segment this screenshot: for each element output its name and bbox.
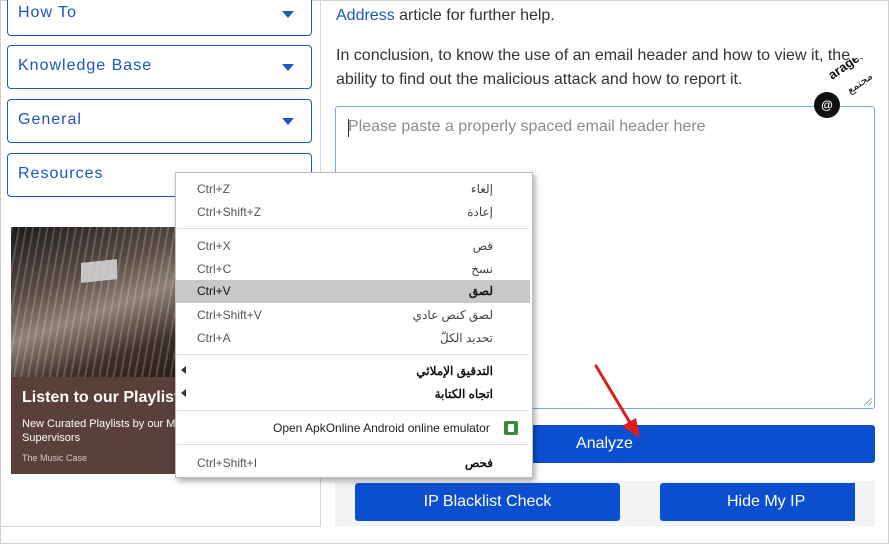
menu-separator [177,354,529,355]
menu-separator [177,410,529,411]
ad-subtext: New Curated Playlists by our Music Super… [22,418,181,444]
chevron-down-icon [282,64,294,71]
android-extension-icon [504,421,518,435]
submenu-arrow-icon [181,389,186,397]
shortcut: Ctrl+C [197,262,232,276]
menu-label: تحديد الكلّ [439,331,493,345]
input-placeholder: Please paste a properly spaced email hea… [348,118,706,135]
accordion-how-to[interactable]: How To [7,0,312,36]
hide-ip-button-clip: Hide My IP [660,483,855,521]
menu-item-writing-direction[interactable]: اتجاه الكتابة [176,383,530,406]
accordion-label: General [18,111,82,128]
menu-label: اتجاه الكتابة [434,387,493,401]
chevron-down-icon [282,11,294,18]
hide-ip-button[interactable]: Hide My IP [660,483,855,521]
menu-label: فحص [464,456,493,470]
menu-separator [177,228,529,229]
accordion-general[interactable]: General [7,99,312,143]
shortcut: Ctrl+X [197,239,231,253]
menu-item-select-all[interactable]: Ctrl+A تحديد الكلّ [176,327,530,350]
menu-label: إلغاء [470,182,493,196]
article-conclusion: In conclusion, to know the use of an ema… [336,47,851,88]
menu-item-redo[interactable]: Ctrl+Shift+Z إعادة [176,201,530,224]
context-menu: Ctrl+Z إلغاء Ctrl+Shift+Z إعادة Ctrl+X ق… [175,172,533,478]
chevron-down-icon [282,118,294,125]
shortcut: Ctrl+A [197,331,231,345]
shortcut: Ctrl+Z [197,182,230,196]
menu-label: التدقيق الإملائي [416,364,493,378]
menu-item-inspect[interactable]: Ctrl+Shift+I فحص [176,452,530,475]
shortcut: Ctrl+Shift+V [197,308,262,322]
playlist-ad[interactable]: Listen to our Playlist New Curated Playl… [11,227,181,474]
article-paragraph-1: Address article for further help. [336,4,555,28]
svg-text:@: @ [821,98,833,112]
menu-label: إعادة [467,205,493,219]
menu-item-paste-plain[interactable]: Ctrl+Shift+V لصق كنص عادي [176,304,530,327]
menu-label: نسخ [471,262,493,276]
ad-brand: The Music Case [22,453,88,463]
menu-item-paste[interactable]: Ctrl+V لصق [176,280,530,303]
paragraph-text: article for further help. [394,7,555,24]
shortcut: Ctrl+Shift+I [197,456,258,470]
arageek-watermark-icon: @ arageek مجتمع [814,58,875,118]
accordion-label: Resources [18,165,104,182]
menu-label: Open ApkOnline Android online emulator [273,421,490,435]
shortcut: Ctrl+Shift+Z [197,205,262,219]
shortcut: Ctrl+V [197,284,231,298]
address-link[interactable]: Address [336,7,395,24]
ip-blacklist-button[interactable]: IP Blacklist Check [355,483,620,521]
menu-label: قص [472,239,493,253]
resize-handle-icon[interactable] [864,398,872,406]
accordion-label: How To [18,4,78,21]
menu-item-copy[interactable]: Ctrl+C نسخ [176,258,530,281]
menu-item-undo[interactable]: Ctrl+Z إلغاء [176,178,530,201]
menu-item-apkonline[interactable]: Open ApkOnline Android online emulator [176,417,530,440]
menu-separator [177,444,529,445]
menu-item-spellcheck[interactable]: التدقيق الإملائي [176,360,530,383]
menu-item-cut[interactable]: Ctrl+X قص [176,235,530,258]
accordion-label: Knowledge Base [18,57,153,74]
monitor-shape [81,259,117,283]
menu-label: لصق [468,284,493,298]
accordion-knowledge-base[interactable]: Knowledge Base [7,45,312,89]
submenu-arrow-icon [181,366,186,374]
menu-label: لصق كنص عادي [412,308,493,322]
svg-text:مجتمع: مجتمع [844,69,875,96]
ad-headline: Listen to our Playlist [22,389,180,406]
mixing-console-image [11,227,181,377]
